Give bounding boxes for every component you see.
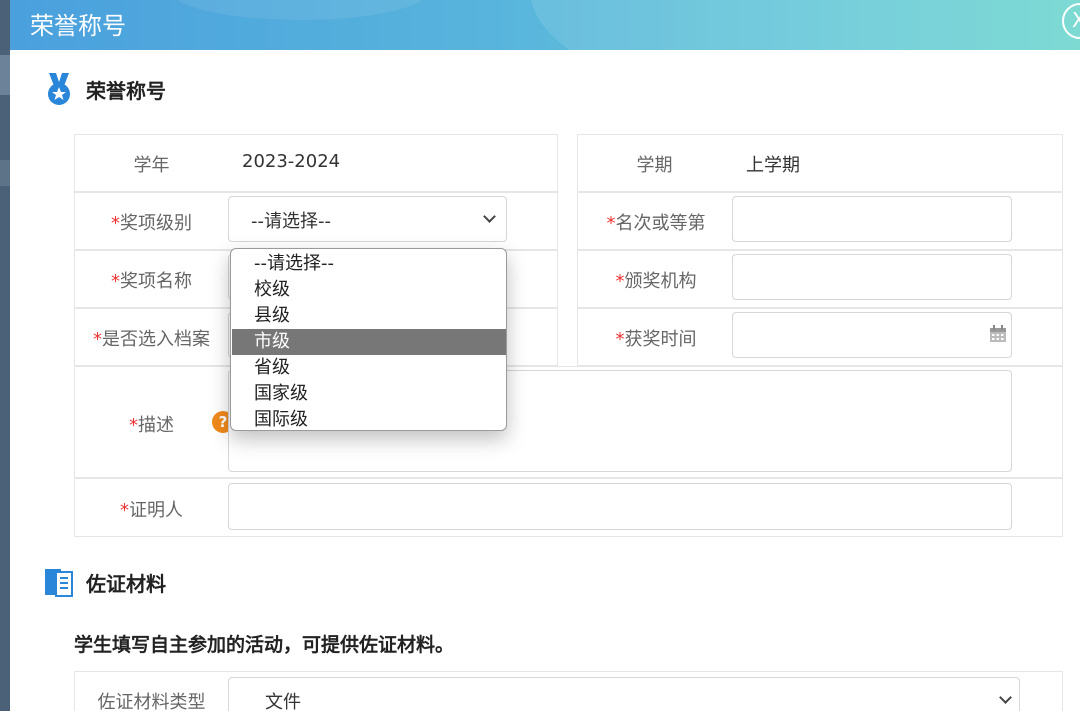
rank-label: *名次或等第	[591, 209, 721, 235]
award-level-text: 奖项级别	[120, 213, 192, 234]
issuer-label: *颁奖机构	[591, 267, 721, 293]
required-mark: *	[129, 415, 138, 436]
required-mark: *	[615, 271, 625, 292]
award-level-selected: --请选择--	[251, 211, 331, 232]
witness-input[interactable]	[228, 483, 1012, 530]
evidence-note: 学生填写自主参加的活动，可提供佐证材料。	[74, 634, 455, 656]
dialog-header: 荣誉称号 X	[10, 0, 1080, 50]
archive-label: *是否选入档案	[74, 325, 229, 351]
option-international[interactable]: 国际级	[232, 407, 506, 430]
honor-dialog: 荣誉称号 X 荣誉称号 学年 2023-2024 学期 上学期 *奖项级别 --…	[10, 0, 1080, 711]
header-decoration	[530, 0, 1080, 50]
required-mark: *	[93, 329, 102, 350]
chevron-down-icon	[483, 210, 496, 223]
year-label: 学年	[133, 155, 170, 176]
honor-form: 学年 2023-2024 学期 上学期 *奖项级别 --请选择-- *名次或等第…	[74, 134, 1063, 537]
year-value: 2023-2024	[242, 151, 341, 172]
issuer-input[interactable]	[732, 254, 1012, 300]
required-mark: *	[606, 213, 616, 234]
option-national[interactable]: 国家级	[232, 381, 506, 407]
section-title: 荣誉称号	[86, 78, 166, 103]
chevron-down-icon	[999, 691, 1012, 704]
witness-label: *证明人	[74, 496, 229, 522]
option-county[interactable]: 县级	[232, 303, 506, 329]
award-level-label: *奖项级别	[74, 209, 229, 235]
award-time-input[interactable]	[732, 312, 1012, 358]
rank-input[interactable]	[732, 196, 1012, 242]
option-province[interactable]: 省级	[232, 355, 506, 381]
section-honor-header: 荣誉称号	[44, 72, 166, 106]
evidence-type-select[interactable]: 文件	[228, 677, 1020, 711]
award-name-text: 奖项名称	[120, 271, 192, 292]
required-mark: *	[120, 500, 129, 521]
background-page	[0, 0, 10, 711]
background-element	[0, 160, 10, 186]
option-school[interactable]: 校级	[232, 277, 506, 303]
issuer-text: 颁奖机构	[624, 271, 697, 292]
witness-text: 证明人	[129, 500, 183, 521]
medal-icon	[48, 73, 70, 105]
evidence-type-label: 佐证材料类型	[97, 692, 206, 711]
dialog-title: 荣誉称号	[30, 12, 126, 40]
header-decoration	[170, 0, 430, 20]
term-label: 学期	[636, 155, 673, 176]
term-value: 上学期	[746, 155, 800, 176]
document-icon	[45, 569, 73, 597]
section-evidence-header: 佐证材料	[44, 566, 166, 598]
description-text: 描述	[138, 415, 174, 436]
award-time-label: *获奖时间	[591, 325, 721, 351]
section-title: 佐证材料	[86, 571, 166, 596]
calendar-icon[interactable]	[989, 325, 1007, 343]
rank-text: 名次或等第	[615, 213, 706, 234]
background-element	[0, 55, 10, 95]
required-mark: *	[615, 329, 625, 350]
archive-text: 是否选入档案	[102, 329, 210, 350]
award-level-dropdown: --请选择-- 校级 县级 市级 省级 国家级 国际级	[230, 248, 507, 431]
required-mark: *	[111, 271, 120, 292]
description-label: *描述	[94, 411, 209, 437]
evidence-type-selected: 文件	[265, 692, 301, 711]
option-placeholder[interactable]: --请选择--	[232, 251, 506, 277]
award-name-label: *奖项名称	[74, 267, 229, 293]
required-mark: *	[111, 213, 120, 234]
option-city[interactable]: 市级	[232, 329, 506, 355]
award-level-select[interactable]: --请选择--	[228, 196, 507, 242]
award-time-text: 获奖时间	[624, 329, 697, 350]
